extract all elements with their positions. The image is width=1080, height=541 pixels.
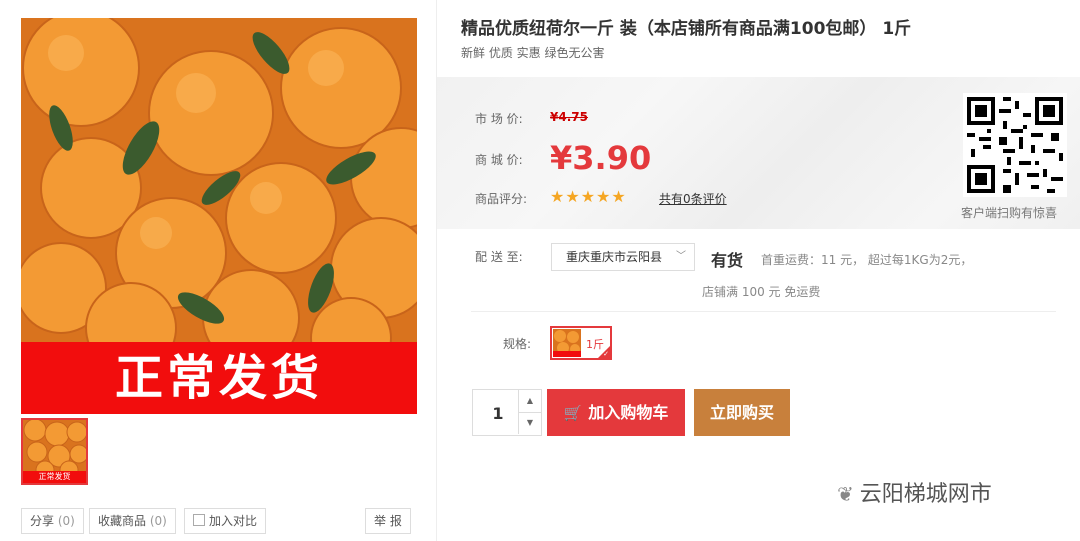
- share-label: 分享: [30, 514, 55, 528]
- region-value: 重庆重庆市云阳县: [566, 250, 663, 264]
- oranges-swatch-illustration: [553, 329, 581, 357]
- favorite-button[interactable]: 收藏商品 (0): [89, 508, 176, 534]
- wechat-icon: ❦: [837, 482, 854, 506]
- cart-icon: 🛒: [563, 404, 583, 422]
- check-icon: ✓: [603, 350, 609, 358]
- quantity-stepper[interactable]: ▲ ▼: [472, 389, 542, 437]
- shop-price: ¥3.90: [550, 139, 652, 177]
- report-button[interactable]: 举 报: [365, 508, 411, 534]
- product-main-image[interactable]: 正常发货: [21, 18, 417, 414]
- compare-button[interactable]: 加入对比: [184, 508, 267, 534]
- star-icon: ★: [550, 187, 566, 206]
- spec-option[interactable]: 1斤 ✓: [550, 326, 612, 360]
- compare-label: 加入对比: [209, 514, 258, 528]
- star-icon: ★: [611, 187, 627, 206]
- star-icon: ★: [596, 187, 612, 206]
- buy-now-button[interactable]: 立即购买: [694, 389, 790, 436]
- product-subtitle: 新鲜 优质 实惠 绿色无公害: [461, 46, 605, 60]
- watermark-text: 云阳梯城网市: [859, 482, 992, 507]
- market-price: ¥4.75: [550, 110, 588, 124]
- qr-caption: 客户端扫购有惊喜: [961, 206, 1058, 220]
- free-shipping-text: 店铺满 100 元 免运费: [702, 285, 821, 299]
- region-select[interactable]: 重庆重庆市云阳县 ﹀: [551, 243, 695, 271]
- section-divider: [471, 311, 1056, 312]
- shipping-fee-text: 首重运费：11 元， 超过每1KG为2元，: [761, 253, 973, 267]
- review-count-link[interactable]: 共有0条评价: [659, 190, 727, 207]
- report-label: 举 报: [374, 514, 402, 528]
- buy-now-label: 立即购买: [709, 403, 774, 422]
- product-info: 精品优质纽荷尔一斤 装（本店铺所有商品满100包邮） 1斤 新鲜 优质 实惠 绿…: [437, 0, 1080, 541]
- shipping-label: 配 送 至:: [475, 250, 523, 264]
- price-box: 市 场 价: ¥4.75 商 城 价: ¥3.90 商品评分: ★★★★★ 共有…: [437, 77, 1080, 229]
- qr-code-graphic: [963, 93, 1067, 197]
- product-thumbnail[interactable]: 正常发货: [21, 418, 88, 485]
- share-button[interactable]: 分享 (0): [21, 508, 84, 534]
- add-to-cart-label: 加入购物车: [588, 403, 669, 422]
- favorite-count: (0): [149, 514, 167, 528]
- product-title: 精品优质纽荷尔一斤 装（本店铺所有商品满100包邮） 1斤: [461, 19, 912, 39]
- increase-icon[interactable]: ▲: [518, 390, 541, 413]
- shop-price-label: 商 城 价:: [475, 153, 523, 167]
- quantity-input[interactable]: [473, 390, 523, 437]
- share-count: (0): [57, 514, 75, 528]
- qr-code-icon: [963, 93, 1067, 197]
- stock-status: 有货: [711, 251, 744, 270]
- watermark: ❦ 云阳梯城网市: [837, 476, 992, 508]
- image-banner-text: 正常发货: [21, 342, 417, 414]
- market-price-label: 市 场 价:: [475, 112, 523, 126]
- compare-checkbox[interactable]: [193, 514, 205, 526]
- spec-option-thumbnail: [553, 329, 581, 357]
- gallery-actions: 分享 (0) 收藏商品 (0) 加入对比 举 报: [21, 508, 411, 534]
- favorite-label: 收藏商品: [98, 514, 147, 528]
- spec-label: 规格:: [503, 337, 532, 351]
- decrease-icon[interactable]: ▼: [518, 412, 541, 434]
- add-to-cart-button[interactable]: 🛒 加入购物车: [547, 389, 685, 436]
- chevron-down-icon: ﹀: [676, 251, 686, 262]
- star-icon: ★: [580, 187, 597, 206]
- thumbnail-banner-text: 正常发货: [23, 471, 86, 483]
- product-gallery: 正常发货 正常发货 分享 (0) 收藏商品 (0) 加入对比 举 报: [0, 0, 436, 541]
- star-icon: ★: [565, 187, 581, 206]
- rating-stars: ★★★★★: [550, 187, 627, 206]
- rating-label: 商品评分:: [475, 192, 528, 206]
